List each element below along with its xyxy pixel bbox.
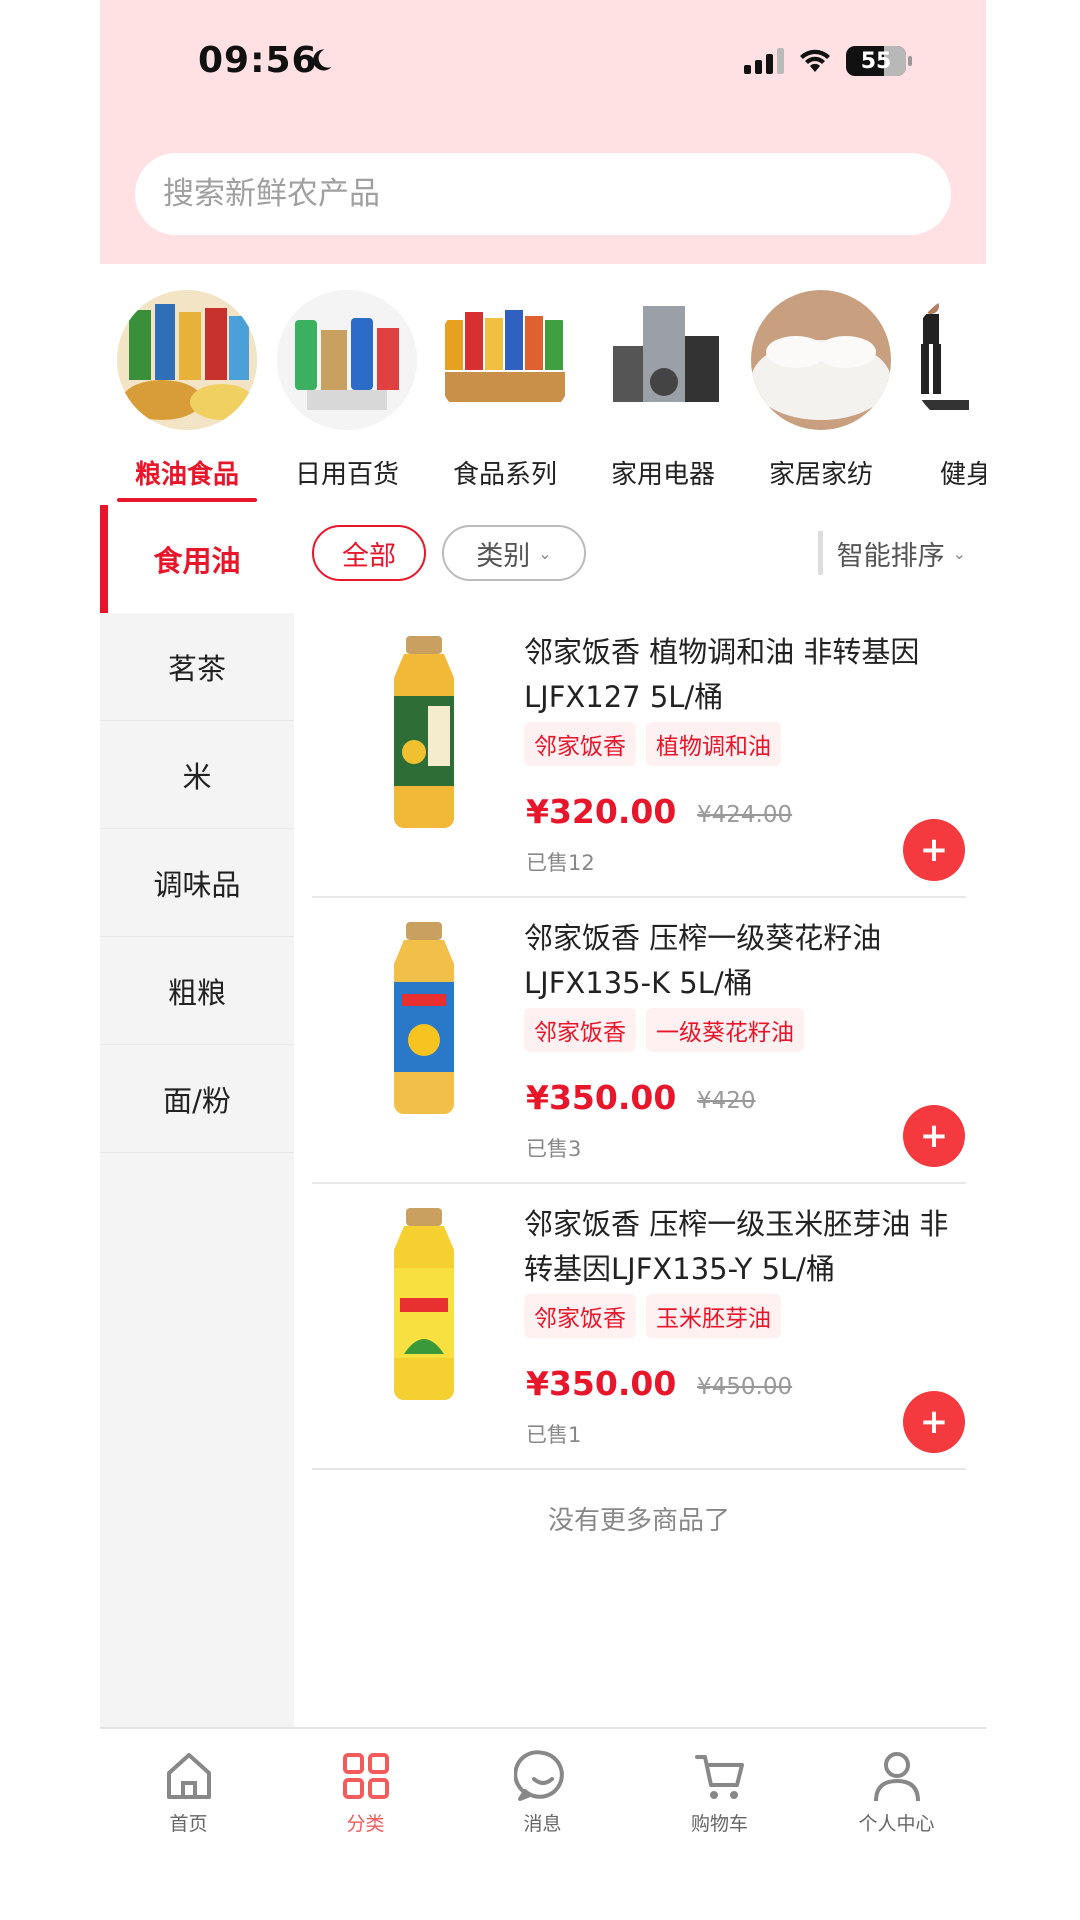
product-sold-count: 已售12: [526, 851, 595, 875]
product-tag: 邻家饭香: [524, 1294, 636, 1338]
nav-cart[interactable]: 购物车: [631, 1747, 808, 1836]
category-image: [593, 290, 733, 430]
nav-label: 消息: [523, 1813, 562, 1835]
battery-icon: 55: [846, 46, 912, 76]
home-icon: [166, 1753, 211, 1799]
category-active-indicator: [117, 498, 257, 502]
status-time: 09:56: [198, 40, 318, 81]
user-icon: [873, 1752, 920, 1802]
product-title: 邻家饭香 压榨一级葵花籽油LJFX135-K 5L/桶: [524, 921, 882, 1000]
product-original-price: ¥450.00: [697, 1374, 793, 1400]
chevron-down-icon: ⌄: [952, 543, 966, 563]
add-to-cart-button[interactable]: +: [903, 819, 965, 881]
search-input[interactable]: [163, 176, 951, 212]
filter-type-dropdown[interactable]: 类别 ⌄: [442, 525, 586, 581]
product-price: ¥320.00: [526, 792, 677, 831]
product-tags: 邻家饭香 一级葵花籽油: [524, 1008, 804, 1052]
category-appliances[interactable]: 家用电器: [588, 290, 738, 491]
product-tag: 邻家饭香: [524, 1008, 636, 1052]
product-sold-count: 已售1: [526, 1423, 582, 1447]
moon-icon: [313, 49, 332, 71]
category-home-textiles[interactable]: 家居家纺: [746, 290, 896, 491]
nav-label: 个人中心: [858, 1813, 935, 1835]
plus-icon: +: [919, 830, 949, 870]
product-title: 邻家饭香 压榨一级玉米胚芽油 非转基因LJFX135-Y 5L/桶: [524, 1207, 949, 1286]
header: 09:56 55: [100, 0, 986, 264]
nav-label: 首页: [169, 1813, 208, 1835]
category-label: 家居家纺: [768, 460, 873, 490]
message-icon: [512, 1750, 564, 1801]
sidebar-item-noodles-flour[interactable]: 面/粉: [100, 1045, 294, 1153]
add-to-cart-button[interactable]: +: [903, 1105, 965, 1167]
chevron-down-icon: ⌄: [538, 543, 552, 563]
product-card[interactable]: 邻家饭香 压榨一级玉米胚芽油 非转基因LJFX135-Y 5L/桶 邻家饭香 玉…: [312, 1184, 966, 1470]
filter-all-button[interactable]: 全部: [312, 525, 426, 581]
list-end-text: 没有更多商品了: [547, 1506, 730, 1536]
sort-dropdown[interactable]: 智能排序 ⌄: [817, 525, 966, 581]
category-fitness[interactable]: 健身器: [904, 290, 986, 491]
product-sold-count: 已售3: [526, 1137, 582, 1161]
filter-type-label: 类别: [476, 540, 531, 572]
category-image: [751, 290, 891, 430]
category-image: [117, 290, 257, 430]
category-label: 食品系列: [452, 460, 557, 490]
sidebar-item-coarse-grain[interactable]: 粗粮: [100, 937, 294, 1045]
bottom-nav: 首页 分类 消息 购物车 个人中心: [100, 1727, 986, 1920]
product-image: [394, 922, 454, 1114]
product-image: [394, 1208, 454, 1400]
product-title: 邻家饭香 植物调和油 非转基因LJFX127 5L/桶: [524, 635, 920, 714]
product-tags: 邻家饭香 植物调和油: [524, 722, 781, 766]
product-tag: 一级葵花籽油: [646, 1008, 804, 1052]
product-tag: 邻家饭香: [524, 722, 636, 766]
product-price: ¥350.00: [526, 1078, 677, 1117]
category-label: 粮油食品: [134, 460, 239, 490]
category-strip[interactable]: 粮油食品 日用百货 食品系列 家用电器 家居家纺 健身: [100, 280, 986, 505]
cart-icon: [694, 1755, 744, 1799]
product-tags: 邻家饭香 玉米胚芽油: [524, 1294, 781, 1338]
category-image: [277, 290, 417, 430]
sidebar-item-seasoning[interactable]: 调味品: [100, 829, 294, 937]
filter-bar: 全部 类别 ⌄ 智能排序 ⌄: [312, 525, 972, 583]
category-label: 健身器: [939, 460, 986, 490]
product-tag: 玉米胚芽油: [646, 1294, 781, 1338]
category-daily-goods[interactable]: 日用百货: [272, 290, 422, 491]
grid-icon: [342, 1753, 389, 1799]
app-screen: 09:56 55 搜索新鲜农产品 粮油食品 日用百货 食品系列 家用电器 家居家…: [100, 0, 986, 1920]
product-card[interactable]: 邻家饭香 压榨一级葵花籽油LJFX135-K 5L/桶 邻家饭香 一级葵花籽油 …: [312, 898, 966, 1184]
nav-profile[interactable]: 个人中心: [808, 1747, 985, 1836]
nav-category[interactable]: 分类: [277, 1747, 454, 1836]
category-image: [435, 290, 575, 430]
cellular-signal-icon: [744, 48, 784, 74]
battery-level: 55: [860, 48, 892, 74]
add-to-cart-button[interactable]: +: [903, 1391, 965, 1453]
wifi-icon: [800, 49, 830, 72]
product-original-price: ¥420: [697, 1088, 756, 1114]
nav-home[interactable]: 首页: [100, 1747, 277, 1836]
plus-icon: +: [919, 1116, 949, 1156]
product-tag: 植物调和油: [646, 722, 781, 766]
status-indicators: 55: [744, 46, 912, 76]
subcategory-sidebar: 食用油 茗茶 米 调味品 粗粮 面/粉: [100, 505, 294, 1727]
search-bar[interactable]: [135, 153, 951, 235]
nav-label: 分类: [346, 1813, 385, 1835]
category-label: 家用电器: [610, 460, 715, 490]
product-image: [394, 636, 454, 828]
category-grain-oil[interactable]: 粮油食品: [112, 290, 262, 491]
product-original-price: ¥424.00: [697, 802, 793, 828]
product-price: ¥350.00: [526, 1364, 677, 1403]
plus-icon: +: [919, 1402, 949, 1442]
divider: [817, 531, 823, 575]
category-image: [909, 290, 986, 430]
category-label: 日用百货: [294, 460, 399, 490]
sidebar-item-tea[interactable]: 茗茶: [100, 613, 294, 721]
sidebar-item-cooking-oil[interactable]: 食用油: [100, 505, 294, 613]
category-food-series[interactable]: 食品系列: [430, 290, 580, 491]
nav-label: 购物车: [690, 1813, 748, 1835]
product-card[interactable]: 邻家饭香 植物调和油 非转基因LJFX127 5L/桶 邻家饭香 植物调和油 ¥…: [312, 612, 966, 898]
nav-messages[interactable]: 消息: [454, 1747, 631, 1836]
sidebar-item-rice[interactable]: 米: [100, 721, 294, 829]
sort-label: 智能排序: [836, 540, 945, 572]
